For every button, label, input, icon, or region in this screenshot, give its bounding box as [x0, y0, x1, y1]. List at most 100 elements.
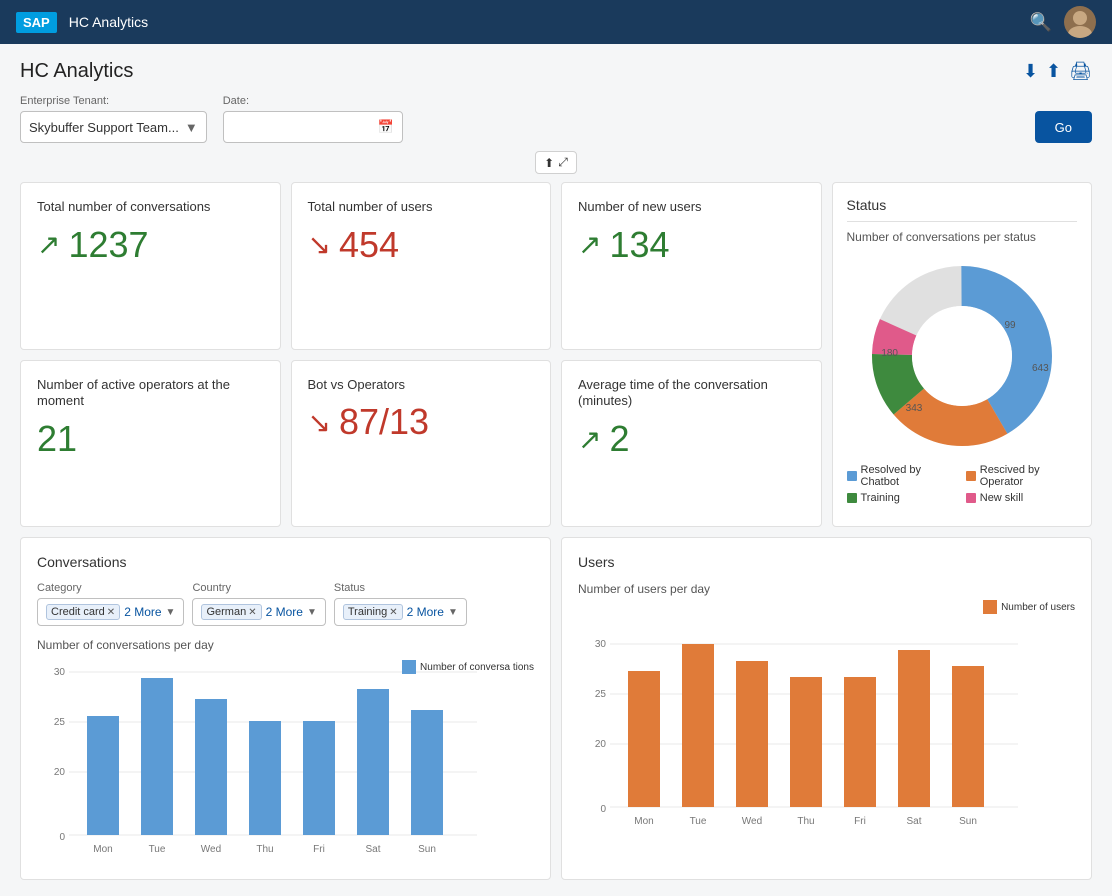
- tenant-label: Enterprise Tenant:: [20, 95, 207, 107]
- svg-text:Mon: Mon: [93, 844, 112, 855]
- status-subtitle: Number of conversations per status: [847, 230, 1078, 244]
- legend-training: Training: [847, 492, 958, 504]
- collapse-up-icon: ⬆: [544, 156, 554, 170]
- print-button[interactable]: 🖨: [1069, 61, 1092, 82]
- kpi-avg-time-label: Average time of the conversation (minute…: [578, 377, 805, 411]
- country-filter-group: Country German ✕ 2 More ▼: [192, 582, 325, 626]
- users-svg: 30 25 20 0: [578, 632, 1038, 832]
- svg-text:Sat: Sat: [906, 816, 921, 827]
- kpi-total-users: Total number of users ↘ 454: [291, 182, 552, 350]
- conversations-legend: Number of conversa tions: [402, 660, 534, 674]
- arrow-down-icon: ↘: [308, 228, 331, 261]
- kpi-total-conversations-label: Total number of conversations: [37, 199, 264, 216]
- kpi-bot-operators-value: ↘ 87/13: [308, 401, 535, 443]
- bottom-charts: Conversations Category Credit card ✕ 2 M…: [20, 537, 1092, 880]
- svg-text:20: 20: [595, 739, 607, 750]
- search-icon[interactable]: 🔍: [1030, 12, 1052, 33]
- tenant-value: Skybuffer Support Team...: [29, 120, 179, 135]
- country-filter-label: Country: [192, 582, 325, 594]
- users-bar-wed: [736, 661, 768, 807]
- kpi-active-operators: Number of active operators at the moment…: [20, 360, 281, 528]
- svg-text:25: 25: [595, 689, 607, 700]
- users-bar-chart: Number of users 30 25 20 0: [578, 632, 1075, 835]
- arrow-up3-icon: ↗: [578, 423, 601, 456]
- svg-text:Fri: Fri: [313, 844, 325, 855]
- kpi-new-users-value: ↗ 134: [578, 224, 805, 266]
- kpi-bot-operators-label: Bot vs Operators: [308, 377, 535, 394]
- page-actions: ⬇ ⬆ 🖨: [1023, 61, 1092, 82]
- kpi-bot-operators: Bot vs Operators ↘ 87/13: [291, 360, 552, 528]
- training-tag: Training ✕: [343, 604, 403, 620]
- legend-operator-dot: [966, 471, 976, 481]
- bar-fri: [303, 721, 335, 835]
- arrow-up-icon: ↗: [37, 228, 60, 261]
- conversations-legend-dot: [402, 660, 416, 674]
- download-button[interactable]: ⬇: [1023, 61, 1038, 82]
- kpi-new-users-label: Number of new users: [578, 199, 805, 216]
- tenant-arrow-icon: ▼: [185, 120, 198, 135]
- bar-mon: [87, 716, 119, 835]
- users-bar-sat: [898, 650, 930, 807]
- arrow-up2-icon: ↗: [578, 228, 601, 261]
- legend-newskill-label: New skill: [980, 492, 1023, 504]
- avatar[interactable]: [1064, 6, 1096, 38]
- svg-text:20: 20: [54, 767, 66, 778]
- country-filter-input[interactable]: German ✕ 2 More ▼: [192, 598, 325, 626]
- kpi-total-conversations: Total number of conversations ↗ 1237: [20, 182, 281, 350]
- svg-text:Sun: Sun: [418, 844, 436, 855]
- kpi-avg-time: Average time of the conversation (minute…: [561, 360, 822, 528]
- svg-text:Wed: Wed: [201, 844, 221, 855]
- go-button[interactable]: Go: [1035, 111, 1092, 143]
- users-chart-card: Users Number of users per day Number of …: [561, 537, 1092, 880]
- credit-card-tag: Credit card ✕: [46, 604, 120, 620]
- users-legend: Number of users: [983, 600, 1075, 614]
- topnav: SAP HC Analytics 🔍: [0, 0, 1112, 44]
- svg-text:Thu: Thu: [256, 844, 273, 855]
- users-bar-mon: [628, 671, 660, 807]
- legend-newskill-dot: [966, 493, 976, 503]
- filters-row: Enterprise Tenant: Skybuffer Support Tea…: [20, 95, 1092, 143]
- page-title: HC Analytics: [20, 60, 133, 83]
- date-label: Date:: [223, 95, 403, 107]
- credit-card-tag-remove[interactable]: ✕: [107, 607, 115, 618]
- training-tag-remove[interactable]: ✕: [389, 607, 397, 618]
- collapse-toggle[interactable]: ⬆ ⤢: [535, 151, 577, 174]
- conversations-chart-title: Conversations: [37, 554, 534, 570]
- conversations-chart-subtitle: Number of conversations per day: [37, 638, 534, 652]
- svg-text:Tue: Tue: [149, 844, 166, 855]
- category-more-badge: 2 More: [124, 605, 161, 619]
- category-arrow-icon: ▼: [166, 607, 176, 618]
- kpi-new-users: Number of new users ↗ 134: [561, 182, 822, 350]
- legend-training-label: Training: [861, 492, 900, 504]
- users-bar-tue: [682, 644, 714, 807]
- date-filter-group: Date: 📅: [223, 95, 403, 143]
- conversations-chart-card: Conversations Category Credit card ✕ 2 M…: [20, 537, 551, 880]
- status-filter-group: Status Training ✕ 2 More ▼: [334, 582, 467, 626]
- category-filter-label: Category: [37, 582, 184, 594]
- date-input[interactable]: 📅: [223, 111, 403, 143]
- svg-text:180: 180: [881, 348, 898, 359]
- topnav-title: HC Analytics: [69, 14, 148, 30]
- status-filter-input[interactable]: Training ✕ 2 More ▼: [334, 598, 467, 626]
- conversations-svg: 30 25 20 0: [37, 660, 497, 860]
- svg-text:Tue: Tue: [690, 816, 707, 827]
- users-chart-subtitle: Number of users per day: [578, 582, 1075, 596]
- donut-chart: 99 643 343 180: [862, 256, 1062, 456]
- tenant-select[interactable]: Skybuffer Support Team... ▼: [20, 111, 207, 143]
- bar-tue: [141, 678, 173, 835]
- chart-legend: Resolved by Chatbot Rescived by Operator…: [847, 464, 1078, 504]
- svg-text:0: 0: [59, 832, 65, 843]
- status-filter-label: Status: [334, 582, 467, 594]
- svg-text:25: 25: [54, 717, 66, 728]
- svg-text:Fri: Fri: [854, 816, 866, 827]
- kpi-total-users-label: Total number of users: [308, 199, 535, 216]
- status-more-badge: 2 More: [407, 605, 444, 619]
- bar-sun: [411, 710, 443, 835]
- german-tag-remove[interactable]: ✕: [248, 607, 256, 618]
- german-tag: German ✕: [201, 604, 261, 620]
- sap-logo: SAP: [16, 12, 57, 33]
- category-filter-input[interactable]: Credit card ✕ 2 More ▼: [37, 598, 184, 626]
- svg-text:Mon: Mon: [634, 816, 653, 827]
- upload-button[interactable]: ⬆: [1046, 61, 1061, 82]
- kpi-active-operators-label: Number of active operators at the moment: [37, 377, 264, 411]
